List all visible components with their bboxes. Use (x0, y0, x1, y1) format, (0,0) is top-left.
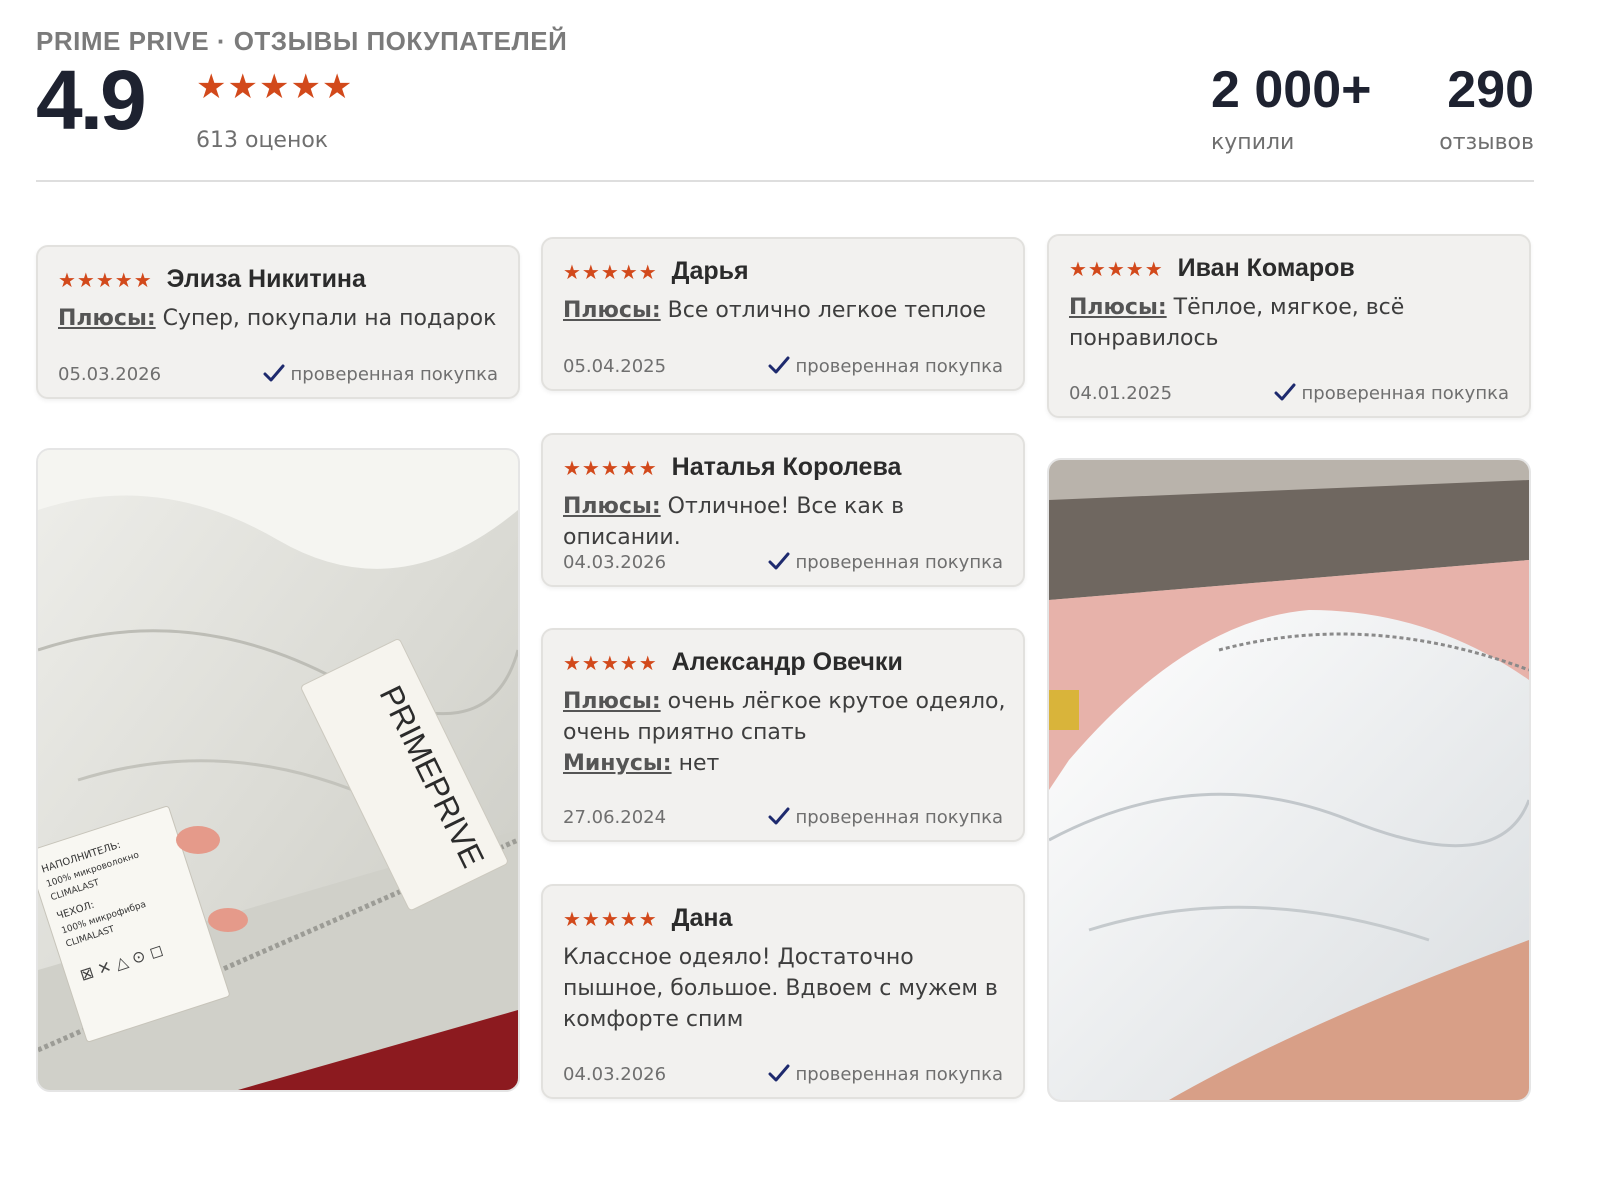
rating-stars: ★★★★★ (196, 67, 354, 107)
verified-label: проверенная покупка (795, 551, 1003, 573)
review-text: Плюсы: очень лёгкое крутое одеяло, очень… (563, 686, 1011, 779)
reviews-label: отзывов (1439, 130, 1534, 155)
blanket-bed-photo (1049, 460, 1529, 1100)
review-text: Классное одеяло! Достаточно пышное, боль… (563, 945, 998, 1032)
verified-badge: проверенная покупка (768, 806, 1003, 828)
pros-label: Плюсы: (563, 298, 661, 323)
reviewer-name: Александр Овечки (671, 648, 903, 676)
review-card[interactable]: ★★★★★ Иван Комаров Плюсы: Тёплое, мягкое… (1047, 234, 1531, 418)
reviewer-name: Дана (671, 904, 733, 932)
pros-text: Все отлично легкое теплое (667, 298, 987, 323)
review-photo-label[interactable]: PRIMEPRIVE НАПОЛНИТЕЛЬ: 100% микроволокн… (36, 448, 520, 1092)
review-header: ★★★★★ Иван Комаров (1069, 254, 1355, 283)
review-photo-bed[interactable] (1047, 458, 1531, 1102)
review-date: 04.01.2025 (1069, 382, 1173, 404)
review-footer: 05.04.2025 проверенная покупка (563, 355, 1003, 377)
verified-label: проверенная покупка (795, 806, 1003, 828)
cons-text: нет (678, 751, 720, 776)
review-date: 05.04.2025 (563, 355, 667, 377)
checkmark-icon (768, 552, 790, 570)
review-date: 04.03.2026 (563, 1063, 667, 1085)
review-footer: 05.03.2026 проверенная покупка (58, 363, 498, 385)
checkmark-icon (768, 1064, 790, 1082)
review-stars: ★★★★★ (563, 455, 658, 480)
bought-value: 2 000+ (1211, 61, 1372, 119)
review-header: ★★★★★ Александр Овечки (563, 648, 903, 677)
checkmark-icon (263, 364, 285, 382)
review-header: ★★★★★ Дана (563, 904, 732, 933)
review-date: 05.03.2026 (58, 363, 162, 385)
verified-badge: проверенная покупка (768, 1063, 1003, 1085)
blanket-label-photo: PRIMEPRIVE НАПОЛНИТЕЛЬ: 100% микроволокн… (38, 450, 518, 1090)
verified-label: проверенная покупка (290, 363, 498, 385)
cons-label: Минусы: (563, 751, 672, 776)
review-card[interactable]: ★★★★★ Александр Овечки Плюсы: очень лёгк… (541, 628, 1025, 842)
review-date: 04.03.2026 (563, 551, 667, 573)
review-footer: 04.03.2026 проверенная покупка (563, 1063, 1003, 1085)
review-stars: ★★★★★ (563, 259, 658, 284)
review-header: ★★★★★ Элиза Никитина (58, 265, 366, 294)
verified-badge: проверенная покупка (768, 551, 1003, 573)
review-text: Плюсы: Отличное! Все как в описании. (563, 491, 1011, 553)
review-card[interactable]: ★★★★★ Дана Классное одеяло! Достаточно п… (541, 884, 1025, 1099)
review-card[interactable]: ★★★★★ Элиза Никитина Плюсы: Супер, покуп… (36, 245, 520, 399)
reviews-header: PRIME PRIVE · ОТЗЫВЫ ПОКУПАТЕЛЕЙ 4.9 ★★★… (36, 0, 1534, 182)
review-text: Плюсы: Супер, покупали на подарок (58, 303, 506, 334)
pros-label: Плюсы: (1069, 295, 1167, 320)
reviews-stat: 290 отзывов (1439, 64, 1534, 155)
checkmark-icon (768, 807, 790, 825)
review-footer: 27.06.2024 проверенная покупка (563, 806, 1003, 828)
average-rating: 4.9 (36, 53, 147, 147)
reviewer-name: Иван Комаров (1177, 254, 1355, 282)
review-text: Плюсы: Все отлично легкое теплое (563, 295, 1011, 326)
checkmark-icon (1274, 383, 1296, 401)
bought-label: купили (1211, 130, 1295, 155)
bought-stat: 2 000+ купили (1211, 64, 1372, 155)
review-card[interactable]: ★★★★★ Дарья Плюсы: Все отлично легкое те… (541, 237, 1025, 391)
review-stars: ★★★★★ (563, 650, 658, 675)
review-stars: ★★★★★ (1069, 256, 1164, 281)
verified-label: проверенная покупка (795, 1063, 1003, 1085)
reviewer-name: Наталья Королева (671, 453, 902, 481)
review-text: Плюсы: Тёплое, мягкое, всё понравилось (1069, 292, 1517, 354)
checkmark-icon (768, 356, 790, 374)
verified-badge: проверенная покупка (1274, 382, 1509, 404)
review-footer: 04.03.2026 проверенная покупка (563, 551, 1003, 573)
verified-label: проверенная покупка (1301, 382, 1509, 404)
pros-label: Плюсы: (563, 689, 661, 714)
verified-badge: проверенная покупка (263, 363, 498, 385)
review-stars: ★★★★★ (58, 267, 153, 292)
review-header: ★★★★★ Дарья (563, 257, 749, 286)
review-footer: 04.01.2025 проверенная покупка (1069, 382, 1509, 404)
verified-badge: проверенная покупка (768, 355, 1003, 377)
review-date: 27.06.2024 (563, 806, 667, 828)
review-card[interactable]: ★★★★★ Наталья Королева Плюсы: Отличное! … (541, 433, 1025, 587)
rating-count: 613 оценок (196, 128, 329, 153)
pros-label: Плюсы: (58, 306, 156, 331)
reviewer-name: Элиза Никитина (166, 265, 366, 293)
review-header: ★★★★★ Наталья Королева (563, 453, 901, 482)
pros-text: Супер, покупали на подарок (162, 306, 497, 331)
review-stars: ★★★★★ (563, 906, 658, 931)
verified-label: проверенная покупка (795, 355, 1003, 377)
pros-label: Плюсы: (563, 494, 661, 519)
reviewer-name: Дарья (671, 257, 749, 285)
reviews-value: 290 (1447, 61, 1534, 119)
